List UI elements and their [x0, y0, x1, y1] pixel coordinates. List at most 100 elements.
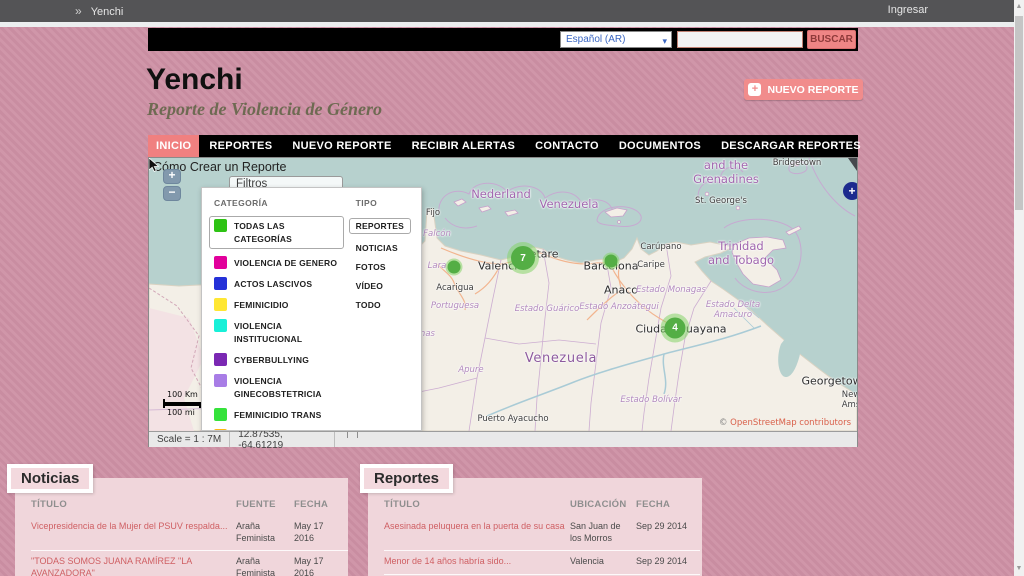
nav-item-reportes[interactable]: REPORTES	[199, 135, 282, 157]
map-corner-handle	[848, 158, 857, 171]
news-row: "TODAS SOMOS JUANA RAMÍREZ "LA AVANZADOR…	[31, 550, 348, 576]
topbar-brand[interactable]: » Yenchi	[75, 4, 123, 18]
reports-section-title: Reportes	[360, 464, 454, 493]
admin-topbar: » Yenchi Ingresar	[0, 0, 1014, 22]
new-report-label: NUEVO REPORTE	[767, 83, 859, 96]
type-list: REPORTES NOTICIAS FOTOS VÍDEO TODO	[348, 216, 411, 310]
category-todas-las-categor-as[interactable]: TODAS LAS CATEGORÍAS	[209, 216, 344, 249]
select-caret-icon: ▾	[662, 36, 667, 46]
map-zoom-controls: + −	[163, 169, 181, 201]
reports-table: TÍTULO UBICACIÓN FECHA Asesinada peluque…	[384, 499, 700, 576]
reports-cell-title: Menor de 14 años habría sido...	[384, 550, 570, 575]
map-expand-button[interactable]: +	[843, 182, 857, 200]
type-column: TIPO REPORTES NOTICIAS FOTOS VÍDEO TODO	[348, 198, 411, 430]
scrollbar-down-arrow[interactable]: ▼	[1014, 562, 1024, 576]
scrollbar-thumb[interactable]	[1015, 16, 1023, 210]
map-coordinates: 12.87535, -64.61219	[230, 429, 336, 451]
nav-item-recibir-alertas[interactable]: RECIBIR ALERTAS	[402, 135, 526, 157]
news-col-date: FECHA	[294, 499, 329, 510]
map-marker-cluster[interactable]: 4	[664, 317, 686, 339]
category-violencia-de-genero[interactable]: VIOLENCIA DE GENERO	[214, 256, 344, 270]
type-noticias[interactable]: NOTICIAS	[356, 243, 411, 253]
scrollbar-up-arrow[interactable]: ▲	[1014, 0, 1024, 14]
category-color-swatch	[214, 408, 227, 421]
type-v-deo[interactable]: VÍDEO	[356, 281, 411, 291]
category-violencia-institucional[interactable]: VIOLENCIA INSTITUCIONAL	[214, 319, 344, 346]
login-link[interactable]: Ingresar	[888, 4, 928, 16]
category-color-swatch	[214, 374, 227, 387]
category-violencia-ginecobstetricia[interactable]: VIOLENCIA GINECOBSTETRICIA	[214, 374, 344, 401]
language-selected-value: Español (AR)	[566, 34, 626, 45]
zoom-out-button[interactable]: −	[163, 186, 181, 201]
category-cyberbullying[interactable]: CYBERBULLYING	[214, 353, 344, 367]
type-header: TIPO	[355, 198, 378, 208]
category-label: ACTOS LASCIVOS	[234, 279, 313, 289]
news-cell-title: "TODAS SOMOS JUANA RAMÍREZ "LA AVANZADOR…	[31, 550, 236, 576]
category-column: CATEGORÍA TODAS LAS CATEGORÍAS VIOLENCIA …	[209, 198, 344, 430]
category-color-swatch	[214, 429, 227, 430]
category-label: VIOLENCIA INSTITUCIONAL	[234, 321, 303, 344]
nav-item-documentos[interactable]: DOCUMENTOS	[609, 135, 711, 157]
category-color-swatch	[214, 277, 227, 290]
reports-cell-date: Sep 29 2014	[636, 550, 700, 575]
language-select[interactable]: Español (AR) ▾	[560, 31, 672, 48]
zoom-in-button[interactable]: +	[163, 169, 181, 184]
category-label: TODAS LAS CATEGORÍAS	[234, 221, 293, 244]
map-scale-text: Scale = 1 : 7M	[149, 432, 231, 447]
mouse-cursor-icon	[149, 158, 160, 172]
news-cell-source: Araña Feminista	[236, 521, 276, 543]
category-feminicidio-trans[interactable]: FEMINICIDIO TRANS	[214, 408, 344, 422]
map-statusbar: Scale = 1 : 7M 12.87535, -64.61219	[149, 429, 857, 451]
nav-item-nuevo-reporte[interactable]: NUEVO REPORTE	[282, 135, 401, 157]
news-col-source: FUENTE	[236, 499, 276, 510]
reports-title-link[interactable]: Asesinada peluquera en la puerta de su c…	[384, 521, 565, 531]
topbar-brand-label: Yenchi	[90, 6, 124, 18]
reports-row: Menor de 14 años habría sido... Valencia S…	[384, 550, 700, 575]
news-table: TÍTULO FUENTE FECHA Vicepresidencia de l…	[31, 499, 348, 576]
news-cell-source: Araña Feminista	[236, 550, 294, 576]
reports-cell-title: Asesinada peluquera en la puerta de su c…	[384, 516, 570, 551]
reports-cell-location: San Juan de los Morros	[570, 521, 621, 543]
category-actos-lascivos[interactable]: ACTOS LASCIVOS	[214, 277, 344, 291]
reports-col-date: FECHA	[636, 499, 671, 510]
type-fotos[interactable]: FOTOS	[356, 262, 411, 272]
category-feminicidio[interactable]: FEMINICIDIO	[214, 298, 344, 312]
reports-title-link[interactable]: Menor de 14 años habría sido...	[384, 556, 511, 566]
news-col-title: TÍTULO	[31, 499, 68, 510]
news-title-link[interactable]: Vicepresidencia de la Mujer del PSUV res…	[31, 521, 227, 531]
map-marker[interactable]	[447, 260, 461, 274]
news-section-title: Noticias	[7, 464, 94, 493]
reports-cell-location: Valencia	[570, 550, 636, 575]
map-widget: and the Grenadines Bridgetown Nederland Ven…	[148, 157, 858, 451]
map-marker[interactable]	[604, 254, 618, 268]
page-title: Yenchi	[146, 63, 243, 96]
category-header: CATEGORÍA	[214, 198, 268, 208]
page-background: Español (AR) ▾ BUSCAR Yenchi Reporte de …	[0, 27, 1014, 576]
category-color-swatch	[214, 319, 227, 332]
map-canvas[interactable]: and the Grenadines Bridgetown Nederland Ven…	[149, 158, 857, 431]
search-header: Español (AR) ▾ BUSCAR	[148, 28, 858, 51]
category-label: FEMINICIDIO TRANS	[234, 410, 322, 420]
category-color-swatch	[214, 298, 227, 311]
news-cell-date: May 17 2016	[294, 521, 324, 543]
nav-item-inicio[interactable]: INICIO	[148, 135, 200, 157]
map-attribution: © OpenStreetMap contributors	[719, 418, 851, 428]
osm-attribution-link[interactable]: OpenStreetMap contributors	[730, 418, 851, 428]
nav-item-descargar-reportes[interactable]: DESCARGAR REPORTES	[711, 135, 871, 157]
category-label: VIOLENCIA DE GENERO	[234, 258, 338, 268]
news-title-link[interactable]: "TODAS SOMOS JUANA RAMÍREZ "LA AVANZADOR…	[31, 556, 192, 576]
plus-icon: +	[748, 83, 762, 96]
search-button[interactable]: BUSCAR	[807, 30, 856, 49]
map-marker-cluster[interactable]: 7	[511, 246, 535, 270]
new-report-button[interactable]: + NUEVO REPORTE	[744, 79, 863, 100]
nav-item-contacto[interactable]: CONTACTO	[525, 135, 609, 157]
reports-cell-date: Sep 29 2014	[636, 521, 688, 531]
category-trata-de-personas-esclavitud-sexual[interactable]: TRATA DE PERSONAS (ESCLAVITUD SEXUAL)	[214, 429, 344, 430]
news-row: Vicepresidencia de la Mujer del PSUV res…	[31, 516, 348, 551]
search-input[interactable]	[677, 31, 803, 48]
news-cell-title: Vicepresidencia de la Mujer del PSUV res…	[31, 516, 236, 551]
category-list: TODAS LAS CATEGORÍAS VIOLENCIA DE GENERO A…	[209, 216, 344, 430]
type-reportes[interactable]: REPORTES	[348, 218, 411, 234]
type-todo[interactable]: TODO	[356, 300, 411, 310]
category-label: CYBERBULLYING	[234, 355, 310, 365]
